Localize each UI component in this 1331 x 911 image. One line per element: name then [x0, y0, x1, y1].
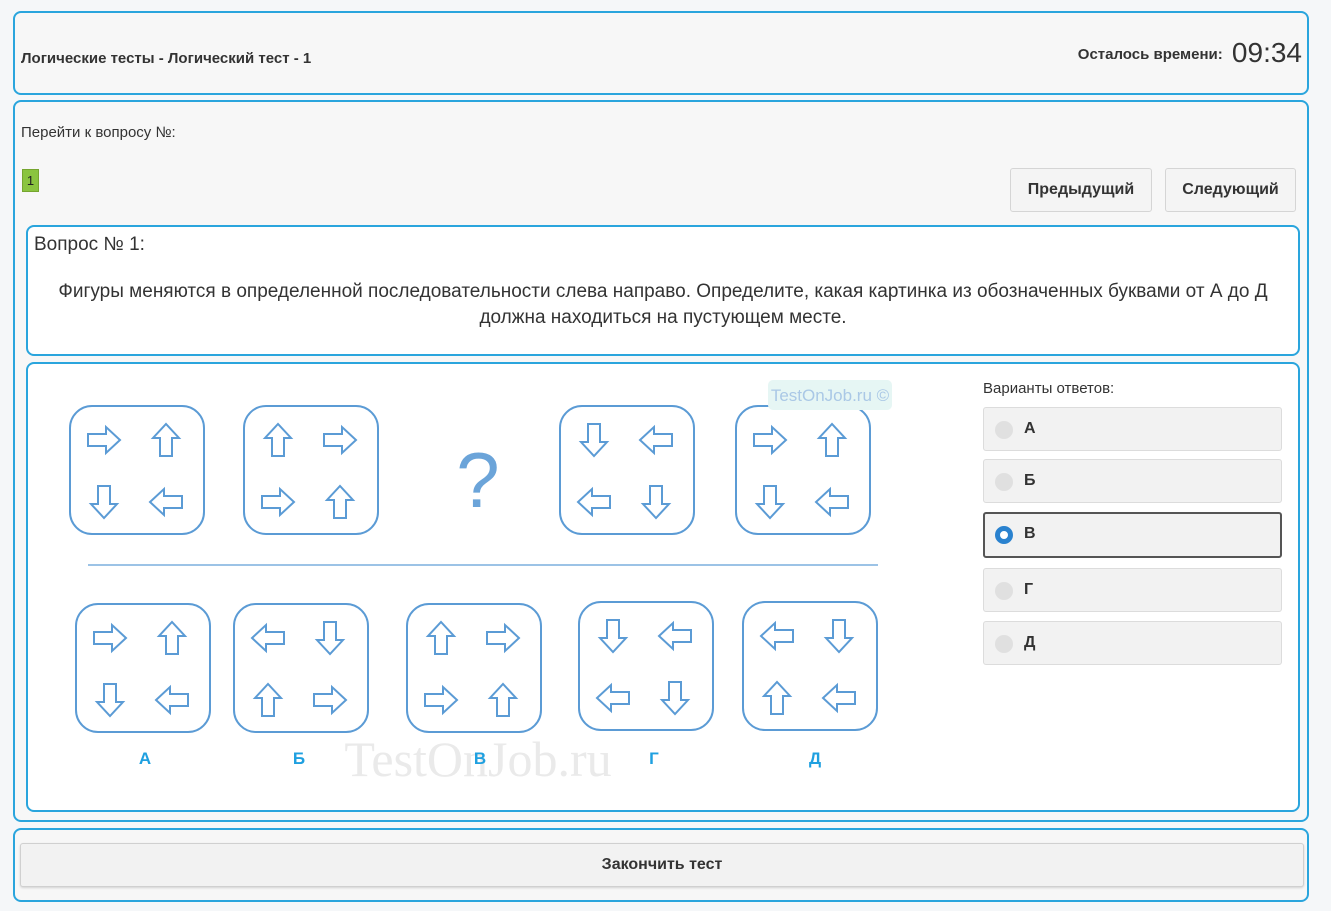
radio-icon[interactable]	[995, 635, 1013, 653]
answer-option-b[interactable]: Б	[983, 459, 1282, 503]
choice-letter: Б	[293, 749, 305, 768]
choice-letter: Д	[809, 749, 821, 768]
figure-frame	[69, 405, 205, 535]
question-heading: Вопрос № 1:	[34, 234, 145, 255]
sequence-figure-1	[69, 405, 205, 535]
figure-frame	[233, 603, 369, 733]
previous-button[interactable]: Предыдущий	[1010, 168, 1152, 212]
figure-frame	[243, 405, 379, 535]
watermark-small: TestOnJob.ru ©	[771, 386, 890, 405]
goto-question-label: Перейти к вопросу №:	[21, 124, 176, 141]
answer-option-label: А	[1024, 420, 1036, 437]
timer: Осталось времени: 09:34	[1078, 37, 1302, 69]
question-box: Вопрос № 1: Фигуры меняются в определенн…	[26, 225, 1300, 356]
question-number-1[interactable]: 1	[22, 169, 39, 192]
choice-figure-3	[406, 603, 542, 733]
figure-frame	[742, 601, 878, 731]
answer-option-g[interactable]: Г	[983, 568, 1282, 612]
radio-icon[interactable]	[995, 473, 1013, 491]
answer-option-label: Д	[1024, 634, 1036, 651]
header-panel: Логические тесты - Логический тест - 1 О…	[13, 11, 1309, 95]
sequence-figure-5	[735, 405, 871, 535]
figure-frame	[578, 601, 714, 731]
figure-frame	[735, 405, 871, 535]
answer-option-a[interactable]: А	[983, 407, 1282, 451]
answer-option-label: Г	[1024, 581, 1034, 598]
question-mark: ?	[456, 436, 499, 524]
sequence-figure-2	[243, 405, 379, 535]
footer-panel: Закончить тест	[13, 828, 1309, 902]
timer-label: Осталось времени:	[1077, 46, 1223, 63]
answer-option-d[interactable]: Д	[983, 621, 1282, 665]
choice-figure-1	[75, 603, 211, 733]
choice-figure-5	[742, 601, 878, 731]
choice-figure-4	[578, 601, 714, 731]
answer-area: ? TestOnJob.ru © TestOnJob.ru А Б В Г Д Вариант…	[26, 362, 1300, 812]
choice-letter: А	[139, 749, 151, 768]
figure-frame	[75, 603, 211, 733]
choice-figure-2	[233, 603, 369, 733]
answers-label: Варианты ответов:	[983, 380, 1115, 397]
finish-test-button[interactable]: Закончить тест	[20, 843, 1304, 887]
choice-letter: В	[474, 749, 486, 768]
figure-frame	[406, 603, 542, 733]
test-title: Логические тесты - Логический тест - 1	[21, 50, 312, 67]
figure-frame	[559, 405, 695, 535]
answer-option-label: В	[1024, 525, 1036, 542]
next-button[interactable]: Следующий	[1165, 168, 1296, 212]
sequence-figure-4	[559, 405, 695, 535]
radio-icon[interactable]	[995, 582, 1013, 600]
question-text: Фигуры меняются в определенной последова…	[58, 281, 1268, 328]
main-panel: Перейти к вопросу №: 1 Предыдущий Следую…	[13, 100, 1309, 822]
puzzle-image: ?TestOnJob.ru ©TestOnJob.ruА Б В Г Д	[69, 380, 892, 787]
answer-option-v[interactable]: В	[983, 512, 1282, 558]
choice-letter: Г	[649, 749, 659, 768]
radio-icon[interactable]	[995, 421, 1013, 439]
timer-value: 09:34	[1231, 37, 1302, 68]
radio-selected-icon[interactable]	[995, 526, 1013, 544]
answer-option-label: Б	[1024, 472, 1036, 489]
